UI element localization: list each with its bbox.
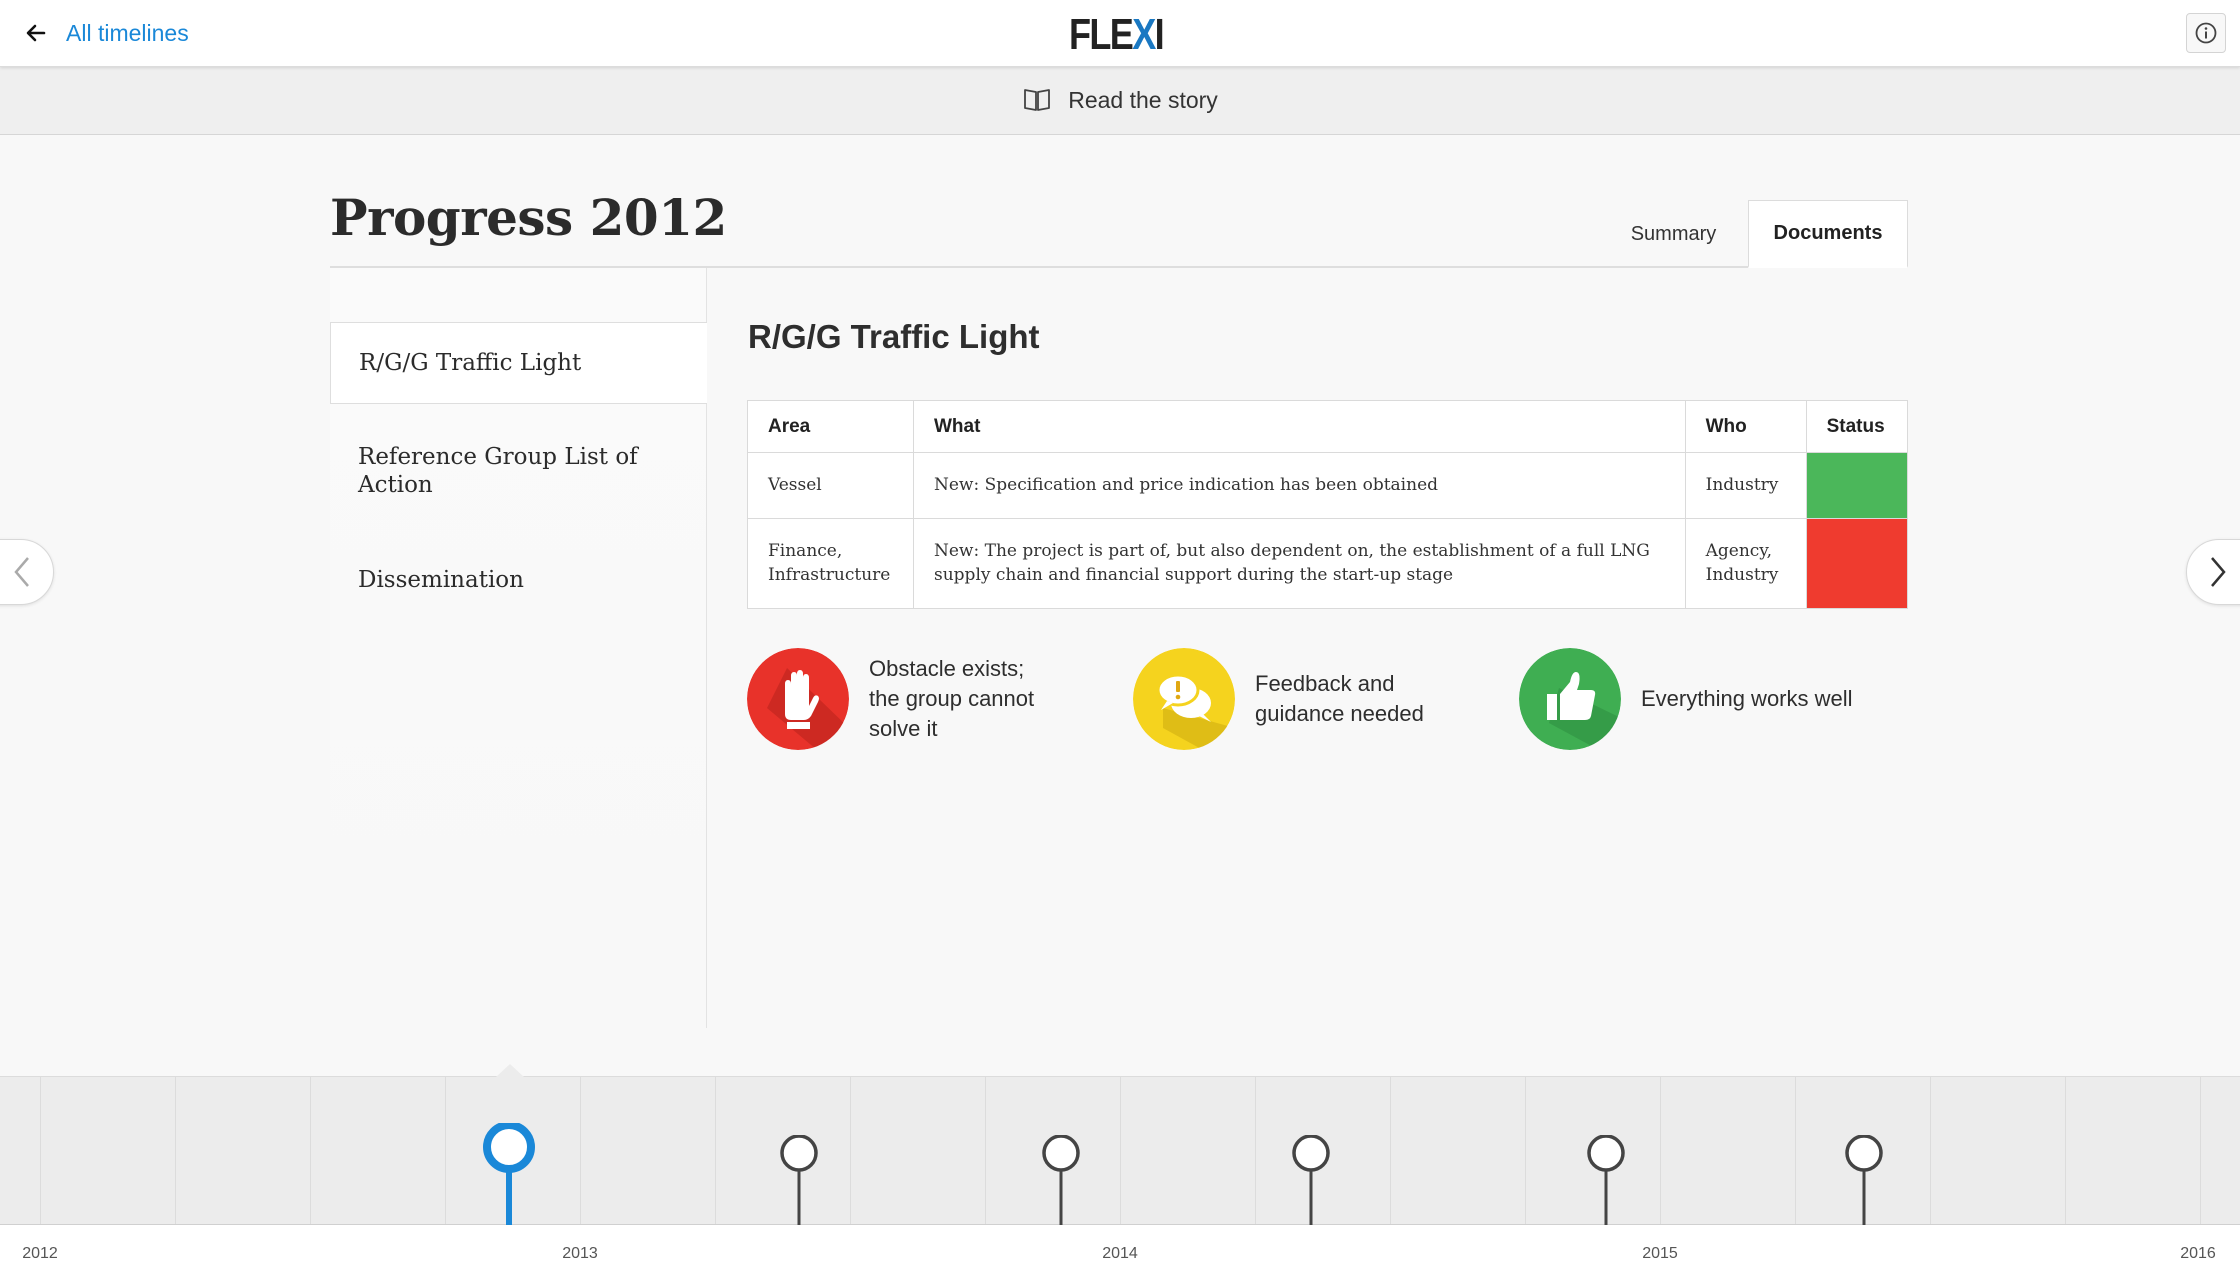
timeline-gridline [1120, 1077, 1121, 1224]
timeline-gridline [850, 1077, 851, 1224]
timeline-gridline [1390, 1077, 1391, 1224]
read-the-story-bar[interactable]: Read the story [0, 67, 2240, 135]
timeline-gridline [445, 1077, 446, 1224]
cell-who: Agency, Industry [1684, 518, 1807, 609]
timeline-baseline [0, 1224, 2240, 1225]
timeline: 2012 2013 2014 2015 2016 [0, 1076, 2240, 1270]
view-tabs: Summary Documents [1599, 200, 1908, 268]
sidebar-item-reference-group[interactable]: Reference Group List of Action [330, 443, 707, 499]
previous-arrow-button[interactable] [0, 539, 54, 605]
table-row: Finance, Infrastructure New: The project… [747, 518, 1909, 609]
timeline-gridline [1525, 1077, 1526, 1224]
legend-feedback-label: Feedback and guidance needed [1255, 671, 1424, 726]
year-label-2014: 2014 [1102, 1245, 1138, 1262]
timeline-marker[interactable] [1039, 1135, 1083, 1225]
tab-documents[interactable]: Documents [1748, 200, 1908, 268]
column-header-status: Status [1805, 400, 1909, 453]
column-header-area: Area [747, 400, 914, 453]
column-header-what: What [913, 400, 1686, 453]
year-label-2012: 2012 [22, 1245, 58, 1262]
flexi-logo: FLEXI [1069, 10, 1165, 59]
year-label-2016: 2016 [2180, 1245, 2216, 1262]
chevron-left-icon [14, 557, 29, 587]
year-label-2015: 2015 [1642, 1245, 1678, 1262]
legend-obstacle: Obstacle exists; the group cannot solve … [747, 648, 1059, 750]
timeline-gridline [2065, 1077, 2066, 1224]
legend-obstacle-label: Obstacle exists; the group cannot solve … [869, 656, 1035, 741]
hand-stop-icon [747, 648, 849, 750]
info-button[interactable] [2186, 13, 2226, 53]
timeline-gridline [40, 1077, 41, 1224]
next-arrow-button[interactable] [2186, 539, 2240, 605]
speech-bubbles-icon [1133, 648, 1235, 750]
table-header-row: Area What Who Status [747, 400, 1909, 453]
page-title: Progress 2012 [330, 188, 727, 247]
chevron-right-icon [2211, 557, 2226, 587]
timeline-gridline [580, 1077, 581, 1224]
timeline-marker[interactable] [1842, 1135, 1886, 1225]
all-timelines-link[interactable]: All timelines [24, 16, 189, 50]
sidebar-item-traffic-light[interactable]: R/G/G Traffic Light [330, 322, 707, 404]
column-header-who: Who [1684, 400, 1807, 453]
arrow-left-icon [26, 24, 46, 42]
timeline-marker[interactable] [777, 1135, 821, 1225]
thumbs-up-icon [1519, 648, 1621, 750]
top-bar: All timelines FLEXI [0, 0, 2240, 67]
timeline-gridline [175, 1077, 176, 1224]
documents-sidebar: R/G/G Traffic Light Reference Group List… [330, 268, 707, 1028]
table-row: Vessel New: Specification and price indi… [747, 452, 1909, 519]
timeline-gridline [1255, 1077, 1256, 1224]
legend-works-well: Everything works well [1519, 648, 1853, 750]
timeline-marker[interactable] [1584, 1135, 1628, 1225]
sidebar-item-label: Reference Group List of Action [358, 444, 638, 498]
sidebar-item-dissemination[interactable]: Dissemination [330, 566, 707, 594]
timeline-gridline [1660, 1077, 1661, 1224]
legend-feedback: Feedback and guidance needed [1133, 648, 1425, 750]
timeline-marker-active[interactable] [481, 1123, 537, 1225]
timeline-marker[interactable] [1289, 1135, 1333, 1225]
info-icon [2195, 22, 2217, 44]
cell-area: Vessel [747, 452, 914, 519]
tab-summary[interactable]: Summary [1599, 200, 1748, 268]
cell-what: New: Specification and price indication … [913, 452, 1686, 519]
timeline-gridline [1930, 1077, 1931, 1224]
year-label-2013: 2013 [562, 1245, 598, 1262]
legend-works-well-label: Everything works well [1641, 686, 1853, 711]
timeline-gridline [310, 1077, 311, 1224]
cell-area: Finance, Infrastructure [747, 518, 914, 609]
all-timelines-label: All timelines [66, 19, 189, 46]
status-red-cell [1805, 518, 1909, 609]
cell-who: Industry [1684, 452, 1807, 519]
timeline-pointer [496, 1064, 524, 1077]
timeline-gridline [985, 1077, 986, 1224]
timeline-gridline [1795, 1077, 1796, 1224]
read-the-story-label: Read the story [1068, 87, 1218, 113]
book-icon [1024, 88, 1051, 111]
timeline-gridline [715, 1077, 716, 1224]
timeline-gridline [2200, 1077, 2201, 1224]
traffic-light-table: Area What Who Status Vessel New: Specifi… [747, 400, 1909, 609]
status-green-cell [1805, 452, 1909, 519]
content-title: R/G/G Traffic Light [748, 318, 1040, 355]
cell-what: New: The project is part of, but also de… [913, 518, 1686, 609]
